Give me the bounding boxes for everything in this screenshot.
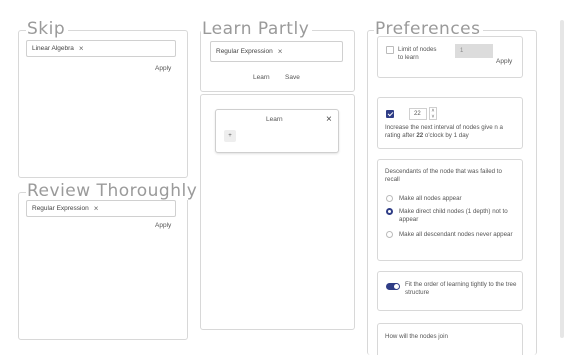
close-icon[interactable]: × <box>326 115 332 125</box>
join-section-text: How will the nodes join <box>385 333 448 340</box>
add-node-button[interactable]: + <box>224 130 236 142</box>
learn-partly-tag-remove-icon[interactable]: × <box>278 47 283 56</box>
descendants-heading: Descendants of the node that was failed … <box>385 168 502 184</box>
skip-tag-label: Linear Algebra <box>32 45 74 52</box>
skip-tag-remove-icon[interactable]: × <box>79 44 84 53</box>
review-apply-button[interactable]: Apply <box>155 222 171 229</box>
limit-nodes-input[interactable]: 1 <box>455 44 493 58</box>
learn-partly-title: Learn Partly <box>201 21 313 38</box>
radio-all-descendants-hidden[interactable] <box>386 231 393 238</box>
interval-hour-spinner[interactable]: ˄ ˅ <box>429 107 437 120</box>
chevron-down-icon[interactable]: ˅ <box>432 114 435 120</box>
radio-all-nodes-appear[interactable] <box>386 195 393 202</box>
save-button[interactable]: Save <box>285 74 300 81</box>
review-title: Review Thoroughly <box>26 183 201 200</box>
interval-text-after: o'clock by 1 day <box>423 132 469 140</box>
learn-partly-tag-label: Regular Expression <box>216 48 273 55</box>
interval-description: Increase the next interval of nodes give… <box>385 124 520 141</box>
learn-button[interactable]: Learn <box>253 74 270 81</box>
limit-nodes-checkbox[interactable] <box>386 46 394 54</box>
option-all-descendants-hidden-label: Make all descendant nodes never appear <box>399 231 513 238</box>
radio-direct-children-hidden[interactable] <box>386 208 393 215</box>
limit-nodes-label: Limit of nodes to learn <box>398 46 437 62</box>
interval-section <box>377 97 523 149</box>
skip-tags-input[interactable]: Linear Algebra × <box>26 40 176 57</box>
skip-tag: Linear Algebra × <box>32 44 84 53</box>
fit-order-label: Fit the order of learning tightly to the… <box>405 281 517 297</box>
skip-apply-button[interactable]: Apply <box>155 65 171 72</box>
interval-hour-input[interactable]: 22 <box>409 108 427 120</box>
review-tags-input[interactable]: Regular Expression × <box>26 200 176 217</box>
skip-title: Skip <box>26 21 69 38</box>
fit-order-toggle[interactable] <box>386 283 400 290</box>
learn-partly-tags-input[interactable]: Regular Expression × <box>210 41 343 62</box>
learn-card-title: Learn <box>266 116 283 123</box>
learn-partly-tag: Regular Expression × <box>216 47 282 56</box>
interval-checkbox[interactable] <box>386 110 394 118</box>
review-tag: Regular Expression × <box>32 204 98 213</box>
learn-card: Learn × + <box>215 109 339 153</box>
review-tag-label: Regular Expression <box>32 205 89 212</box>
page-scrollbar[interactable] <box>560 20 564 338</box>
review-tag-remove-icon[interactable]: × <box>94 204 99 213</box>
option-direct-children-hidden-label: Make direct child nodes (1 depth) not to… <box>399 208 508 224</box>
limit-apply-button[interactable]: Apply <box>496 58 512 65</box>
option-all-nodes-appear-label: Make all nodes appear <box>399 195 462 202</box>
